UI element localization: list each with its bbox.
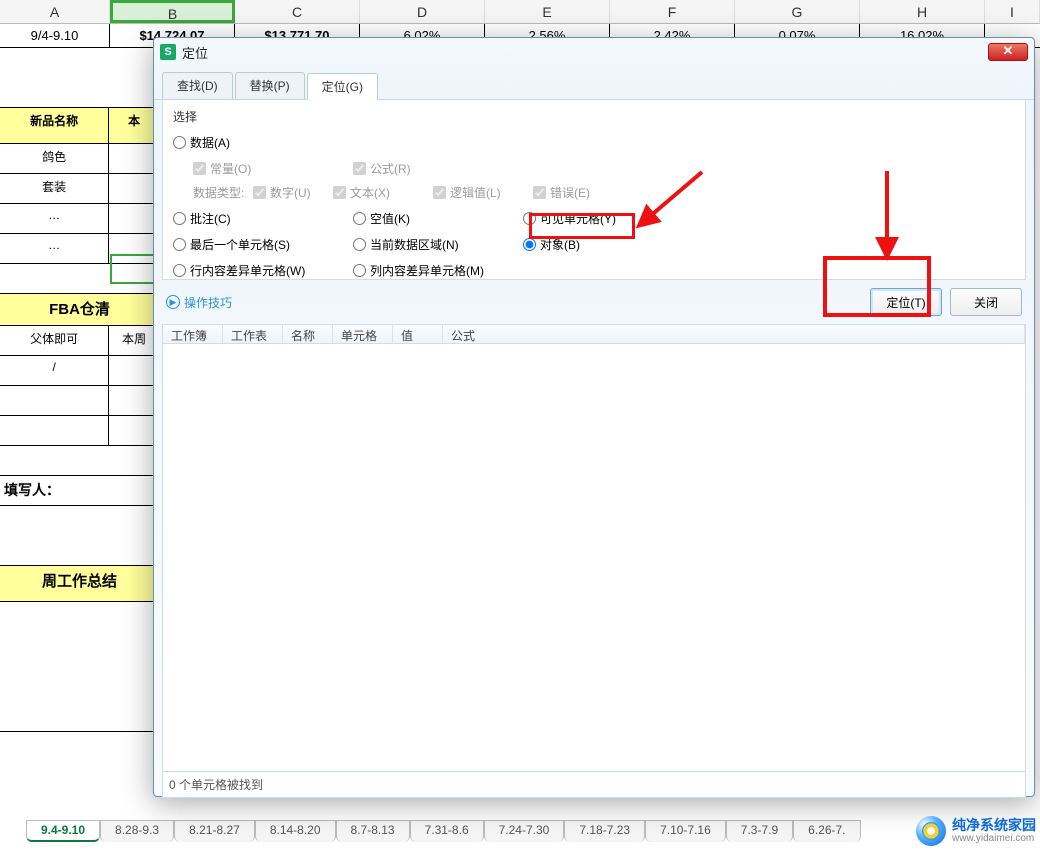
close-dialog-button[interactable]: 关闭 — [950, 288, 1022, 316]
col-value[interactable]: 值 — [393, 325, 443, 343]
watermark-line1: 纯净系统家园 — [952, 817, 1036, 834]
radio-object-input[interactable] — [523, 238, 536, 251]
radio-comment-input[interactable] — [173, 212, 186, 225]
writer-cell[interactable]: 填写人： — [0, 476, 159, 505]
product-1[interactable]: 鸽色 — [0, 144, 109, 173]
col-name[interactable]: 名称 — [283, 325, 333, 343]
close-button[interactable]: ✕ — [988, 43, 1028, 61]
column-headers: A B C D E F G H I — [0, 0, 1040, 24]
results-header: 工作簿 工作表 名称 单元格 值 公式 — [162, 324, 1026, 344]
check-number: 数字(U) — [253, 184, 333, 201]
col-header-B[interactable]: B — [110, 0, 235, 23]
check-error: 错误(E) — [533, 184, 633, 201]
close-icon: ✕ — [1003, 43, 1014, 58]
tips-link[interactable]: ▶ 操作技巧 — [166, 294, 232, 311]
radio-comment[interactable]: 批注(C) — [173, 210, 353, 227]
check-formula-input — [353, 162, 366, 175]
col-workbook[interactable]: 工作簿 — [163, 325, 223, 343]
radio-blank[interactable]: 空值(K) — [353, 210, 523, 227]
radio-current-region[interactable]: 当前数据区域(N) — [353, 236, 523, 253]
col-formula[interactable]: 公式 — [443, 325, 1025, 343]
product-2[interactable]: 套装 — [0, 174, 109, 203]
col-header-D[interactable]: D — [360, 0, 485, 23]
sheet-tab-1[interactable]: 8.28-9.3 — [100, 820, 174, 842]
group-title: 选择 — [173, 108, 1015, 125]
sheet-tab-5[interactable]: 7.31-8.6 — [410, 820, 484, 842]
sheet-tab-10[interactable]: 6.26-7. — [793, 820, 860, 842]
sheet-tab-3[interactable]: 8.14-8.20 — [255, 820, 336, 842]
check-constants-input — [193, 162, 206, 175]
summary-header[interactable]: 周工作总结 — [0, 566, 159, 601]
col-cell[interactable]: 单元格 — [333, 325, 393, 343]
col-header-A[interactable]: A — [0, 0, 110, 23]
sheet-tab-6[interactable]: 7.24-7.30 — [484, 820, 565, 842]
sheet-tab-0[interactable]: 9.4-9.10 — [26, 820, 100, 842]
dialog-title: 定位 — [182, 43, 988, 62]
col-header-F[interactable]: F — [610, 0, 735, 23]
parent-cell[interactable]: 父体即可 — [0, 326, 109, 355]
col-header-E[interactable]: E — [485, 0, 610, 23]
col-header-H[interactable]: H — [860, 0, 985, 23]
sheet-tab-8[interactable]: 7.10-7.16 — [645, 820, 726, 842]
tips-label: 操作技巧 — [184, 294, 232, 311]
radio-object[interactable]: 对象(B) — [523, 236, 683, 253]
ellipsis-2[interactable]: … — [0, 234, 109, 263]
types-label: 数据类型: — [193, 184, 253, 201]
play-icon: ▶ — [166, 295, 180, 309]
goto-button[interactable]: 定位(T) — [870, 288, 942, 316]
radio-rowdiff[interactable]: 行内容差异单元格(W) — [173, 262, 353, 279]
check-logic: 逻辑值(L) — [433, 184, 533, 201]
radio-lastcell[interactable]: 最后一个单元格(S) — [173, 236, 353, 253]
radio-data[interactable]: 数据(A) — [173, 134, 353, 151]
check-text: 文本(X) — [333, 184, 433, 201]
tab-goto[interactable]: 定位(G) — [307, 73, 378, 100]
radio-data-input[interactable] — [173, 136, 186, 149]
radio-visible[interactable]: 可见单元格(Y) — [523, 210, 683, 227]
radio-blank-input[interactable] — [353, 212, 366, 225]
dialog-titlebar[interactable]: S 定位 ✕ — [154, 38, 1034, 66]
radio-current-region-input[interactable] — [353, 238, 366, 251]
radio-lastcell-input[interactable] — [173, 238, 186, 251]
goto-panel: 选择 数据(A) 常量(O) 公式(R) 数据类型: 数字(U) — [162, 100, 1026, 280]
watermark-logo-icon — [916, 816, 946, 846]
header-new-product[interactable]: 新品名称 — [0, 108, 109, 143]
slash-cell[interactable]: / — [0, 356, 109, 385]
header-fba[interactable]: FBA仓清 — [0, 294, 159, 325]
tab-replace[interactable]: 替换(P) — [235, 72, 305, 99]
app-icon: S — [160, 44, 176, 60]
goto-dialog: S 定位 ✕ 查找(D) 替换(P) 定位(G) 选择 数据(A) 常量(O) … — [153, 37, 1035, 797]
sheet-tab-9[interactable]: 7.3-7.9 — [726, 820, 793, 842]
sheet-tab-4[interactable]: 8.7-8.13 — [336, 820, 410, 842]
status-bar: 0 个单元格被找到 — [162, 772, 1026, 798]
col-worksheet[interactable]: 工作表 — [223, 325, 283, 343]
radio-coldiff[interactable]: 列内容差异单元格(M) — [353, 262, 523, 279]
col-header-G[interactable]: G — [735, 0, 860, 23]
sheet-tab-2[interactable]: 8.21-8.27 — [174, 820, 255, 842]
ellipsis-1[interactable]: … — [0, 204, 109, 233]
radio-data-label: 数据(A) — [190, 134, 230, 151]
radio-coldiff-input[interactable] — [353, 264, 366, 277]
check-constants: 常量(O) — [193, 160, 353, 177]
radio-visible-input[interactable] — [523, 212, 536, 225]
watermark: 纯净系统家园 www.yidaimei.com — [916, 816, 1036, 846]
check-formula: 公式(R) — [353, 160, 513, 177]
dialog-action-bar: ▶ 操作技巧 定位(T) 关闭 — [154, 280, 1034, 324]
this-week-cell[interactable]: 本周 — [109, 326, 159, 355]
dialog-tabs: 查找(D) 替换(P) 定位(G) — [154, 66, 1034, 100]
col-header-C[interactable]: C — [235, 0, 360, 23]
watermark-line2: www.yidaimei.com — [952, 833, 1036, 845]
sheet-tab-7[interactable]: 7.18-7.23 — [564, 820, 645, 842]
sheet-tab-bar: 9.4-9.10 8.28-9.3 8.21-8.27 8.14-8.20 8.… — [0, 820, 861, 842]
results-list[interactable] — [162, 344, 1026, 772]
col-header-I[interactable]: I — [985, 0, 1040, 23]
radio-rowdiff-input[interactable] — [173, 264, 186, 277]
tab-find[interactable]: 查找(D) — [162, 72, 233, 99]
cell-A1[interactable]: 9/4-9.10 — [0, 24, 110, 47]
header-this[interactable]: 本 — [109, 108, 159, 143]
left-column-area: 新品名称 本 鸽色 套装 … … FBA仓清 父体即可 本周 / 填写人： — [0, 48, 160, 856]
